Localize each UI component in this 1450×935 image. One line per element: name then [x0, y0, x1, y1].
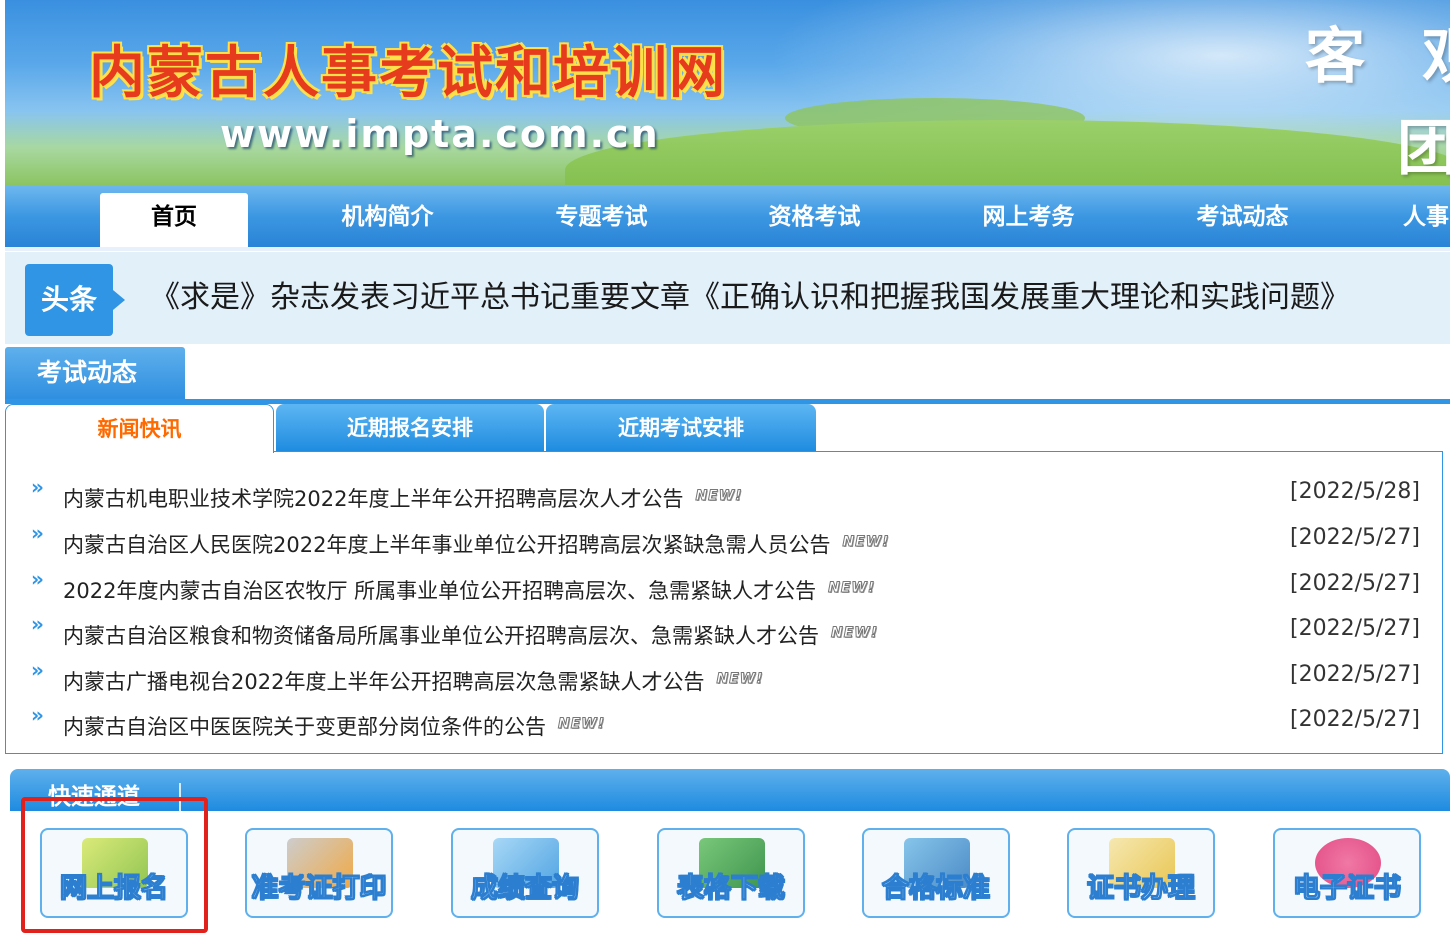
exam-news-title: 考试动态 — [5, 347, 185, 399]
new-badge-icon: NEW! — [695, 488, 743, 505]
list-item: » 2022年度内蒙古自治区农牧厅 所属事业单位公开招聘高层次、急需紧缺人才公告… — [6, 567, 1444, 612]
admission-ticket-print-label: 准考证打印 — [251, 873, 387, 905]
online-registration-label: 网上报名 — [60, 873, 169, 905]
nav-item-online-exam-affairs[interactable]: 网上考务 — [946, 185, 1111, 247]
news-link[interactable]: 内蒙古自治区人民医院2022年度上半年事业单位公开招聘高层次紧缺急需人员公告 NE… — [63, 529, 890, 559]
new-badge-icon: NEW! — [842, 534, 890, 551]
nav-item-special-exams[interactable]: 专题考试 — [519, 185, 684, 247]
nav-item-home[interactable]: 首页 — [100, 193, 248, 247]
tab-news-flash[interactable]: 新闻快讯 — [5, 404, 274, 453]
main-nav: 首页 机构简介 专题考试 资格考试 网上考务 考试动态 人事 — [5, 185, 1450, 251]
list-item: » 内蒙古自治区人民医院2022年度上半年事业单位公开招聘高层次紧缺急需人员公告… — [6, 521, 1444, 566]
banner-slogan-second-line: 团 — [1397, 114, 1450, 184]
double-chevron-right-icon: » — [31, 567, 44, 591]
nav-item-qualification-exams[interactable]: 资格考试 — [732, 185, 897, 247]
score-query-button[interactable]: 成绩查询 — [451, 828, 599, 918]
certificate-processing-button[interactable]: 证书办理 — [1067, 828, 1215, 918]
form-download-label: 表格下载 — [677, 873, 786, 905]
passing-standard-label: 合格标准 — [882, 873, 991, 905]
admission-ticket-print-button[interactable]: 准考证打印 — [245, 828, 393, 918]
double-chevron-right-icon: » — [31, 612, 44, 636]
form-download-button[interactable]: 表格下载 — [657, 828, 805, 918]
list-item: » 内蒙古广播电视台2022年度上半年公开招聘高层次急需紧缺人才公告 NEW! [… — [6, 658, 1444, 703]
news-link[interactable]: 内蒙古机电职业技术学院2022年度上半年公开招聘高层次人才公告 NEW! — [63, 483, 743, 513]
new-badge-icon: NEW! — [830, 625, 879, 642]
site-logo-title: 内蒙古人事考试和培训网 — [89, 40, 727, 106]
news-date: [2022/5/27] — [1290, 707, 1420, 732]
news-link[interactable]: 内蒙古自治区粮食和物资储备局所属事业单位公开招聘高层次、急需紧缺人才公告 NEW! — [63, 620, 878, 650]
tab-registration-schedule[interactable]: 近期报名安排 — [276, 404, 544, 452]
e-certificate-button[interactable]: 电子证书 — [1273, 828, 1421, 918]
nav-item-exam-news[interactable]: 考试动态 — [1160, 185, 1325, 247]
site-banner: 内蒙古人事考试和培训网 www.impta.com.cn 客 观 团 — [5, 0, 1450, 185]
news-list: » 内蒙古机电职业技术学院2022年度上半年公开招聘高层次人才公告 NEW! [2… — [5, 451, 1443, 754]
score-query-label: 成绩查询 — [471, 873, 580, 905]
news-link[interactable]: 2022年度内蒙古自治区农牧厅 所属事业单位公开招聘高层次、急需紧缺人才公告 NE… — [63, 575, 875, 605]
nav-item-about[interactable]: 机构简介 — [305, 185, 470, 247]
news-link[interactable]: 内蒙古自治区中医医院关于变更部分岗位条件的公告 NEW! — [63, 711, 605, 741]
new-badge-icon: NEW! — [557, 716, 606, 733]
news-date: [2022/5/27] — [1290, 662, 1420, 687]
banner-slogan: 客 观 — [1305, 22, 1450, 92]
online-registration-button[interactable]: 网上报名 — [40, 828, 188, 918]
news-date: [2022/5/27] — [1290, 571, 1420, 596]
headline-link[interactable]: 《求是》杂志发表习近平总书记重要文章《正确认识和把握我国发展重大理论和实践问题》 — [150, 272, 1350, 316]
certificate-processing-label: 证书办理 — [1087, 873, 1196, 905]
double-chevron-right-icon: » — [31, 475, 44, 499]
headline-bar: 头条 《求是》杂志发表习近平总书记重要文章《正确认识和把握我国发展重大理论和实践… — [5, 252, 1450, 344]
divider — [179, 783, 181, 811]
e-certificate-label: 电子证书 — [1293, 873, 1402, 905]
exam-news-header: 考试动态 — [5, 347, 1450, 404]
quick-access-header: 快速通道 — [10, 769, 1450, 811]
new-badge-icon: NEW! — [828, 580, 876, 597]
news-date: [2022/5/27] — [1290, 616, 1420, 641]
double-chevron-right-icon: » — [31, 658, 44, 682]
passing-standard-button[interactable]: 合格标准 — [862, 828, 1010, 918]
news-tabs: 新闻快讯 近期报名安排 近期考试安排 — [5, 404, 1445, 453]
tab-exam-schedule[interactable]: 近期考试安排 — [546, 404, 816, 452]
list-item: » 内蒙古机电职业技术学院2022年度上半年公开招聘高层次人才公告 NEW! [2… — [6, 475, 1444, 520]
list-item: » 内蒙古自治区粮食和物资储备局所属事业单位公开招聘高层次、急需紧缺人才公告 NE… — [6, 612, 1444, 657]
quick-access-panel: 网上报名 准考证打印 成绩查询 表格下载 合格标准 证书办理 电子证书 — [10, 811, 1450, 935]
news-link[interactable]: 内蒙古广播电视台2022年度上半年公开招聘高层次急需紧缺人才公告 NEW! — [63, 666, 764, 696]
list-item: » 内蒙古自治区中医医院关于变更部分岗位条件的公告 NEW! [2022/5/27… — [6, 703, 1444, 748]
news-date: [2022/5/27] — [1290, 525, 1420, 550]
double-chevron-right-icon: » — [31, 703, 44, 727]
nav-item-personnel[interactable]: 人事 — [1403, 185, 1450, 247]
new-badge-icon: NEW! — [716, 671, 764, 688]
site-url: www.impta.com.cn — [220, 112, 660, 156]
headline-badge: 头条 — [25, 264, 125, 336]
double-chevron-right-icon: » — [31, 521, 44, 545]
news-date: [2022/5/28] — [1290, 479, 1420, 504]
